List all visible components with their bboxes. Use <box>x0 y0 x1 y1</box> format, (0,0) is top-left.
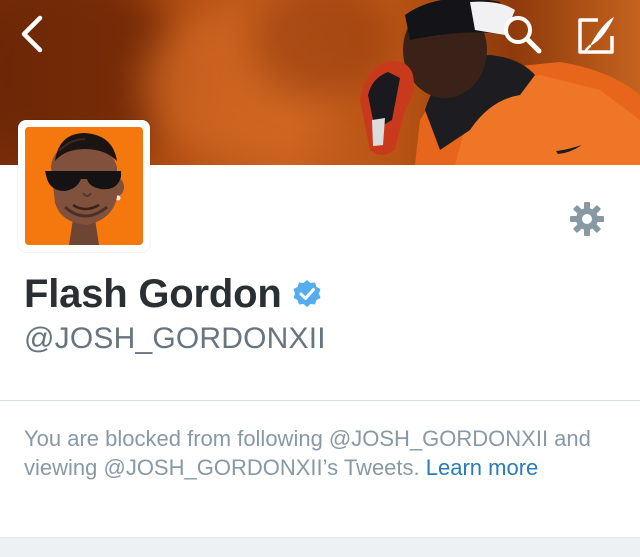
blocked-notice: You are blocked from following @JOSH_GOR… <box>24 424 624 482</box>
learn-more-link[interactable]: Learn more <box>426 455 539 480</box>
back-button[interactable] <box>8 10 56 58</box>
profile-avatar[interactable] <box>18 120 150 252</box>
profile-name-row: Flash Gordon <box>24 270 322 318</box>
gear-icon <box>570 202 604 236</box>
verified-badge-icon <box>292 279 322 309</box>
cartoon-portrait <box>25 127 143 245</box>
compose-tweet-icon <box>578 17 614 54</box>
compose-tweet-button[interactable] <box>572 12 620 60</box>
search-button[interactable] <box>498 10 546 58</box>
display-name: Flash Gordon <box>24 271 282 316</box>
profile-settings-button[interactable] <box>566 198 608 240</box>
profile-handle: @JOSH_GORDONXII <box>24 322 326 355</box>
chevron-left-icon <box>21 15 43 53</box>
bottom-strip <box>0 537 640 557</box>
search-icon <box>504 16 542 54</box>
avatar-image <box>25 127 143 245</box>
